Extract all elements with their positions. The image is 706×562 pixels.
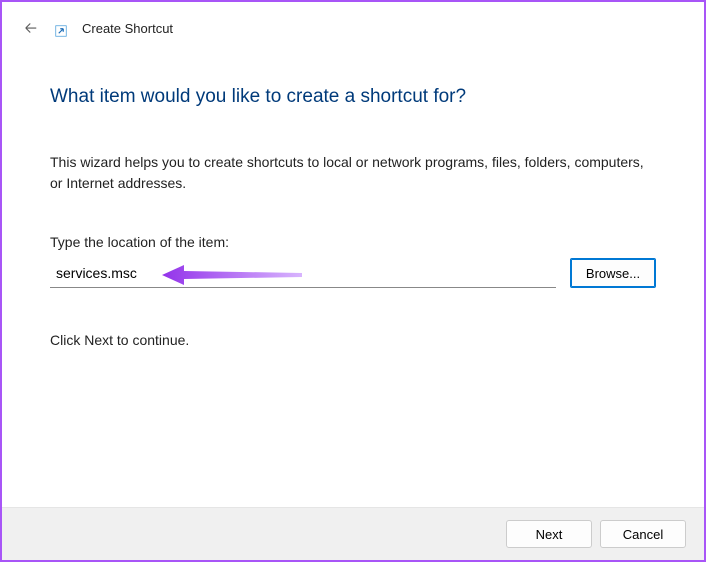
next-button[interactable]: Next	[506, 520, 592, 548]
wizard-footer: Next Cancel	[2, 507, 704, 560]
location-input[interactable]	[50, 258, 556, 288]
back-arrow-icon[interactable]	[22, 19, 40, 37]
wizard-description: This wizard helps you to create shortcut…	[50, 152, 656, 194]
continue-instruction: Click Next to continue.	[50, 332, 656, 348]
shortcut-overlay-icon	[54, 24, 68, 38]
page-heading: What item would you like to create a sho…	[50, 86, 656, 108]
cancel-button[interactable]: Cancel	[600, 520, 686, 548]
browse-button[interactable]: Browse...	[570, 258, 656, 288]
wizard-content: What item would you like to create a sho…	[2, 46, 704, 348]
window-title: Create Shortcut	[82, 21, 173, 36]
wizard-header: Create Shortcut	[2, 2, 704, 46]
location-input-row: Browse...	[50, 258, 656, 288]
location-label: Type the location of the item:	[50, 234, 656, 250]
